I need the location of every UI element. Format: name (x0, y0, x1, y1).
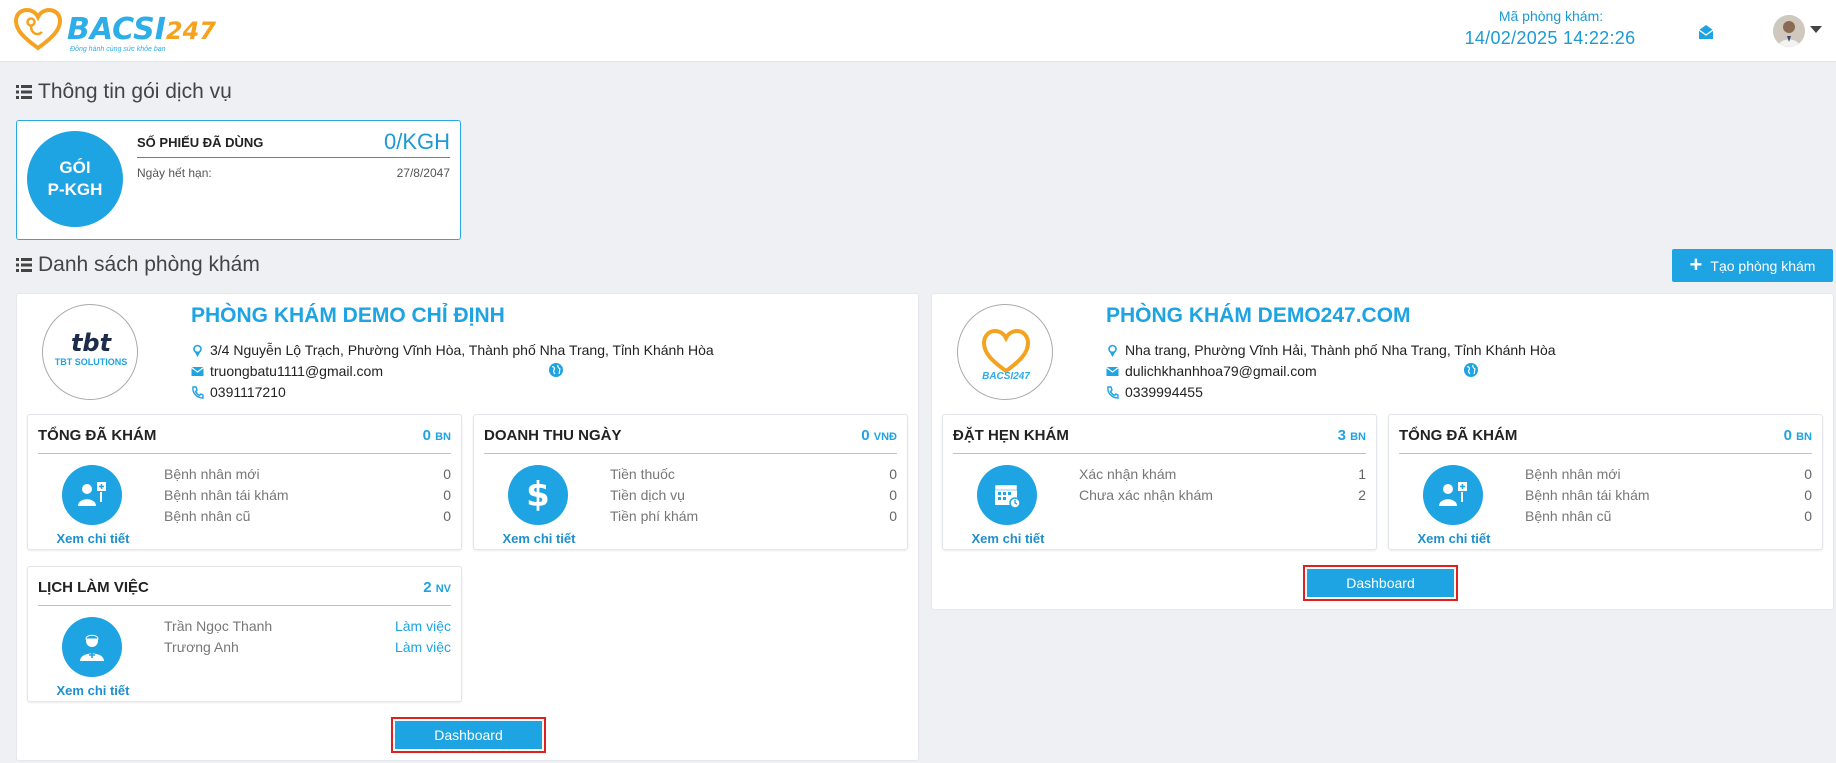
clinic-logo-caption: TBT SOLUTIONS (54, 357, 128, 367)
dashboard-button[interactable]: Dashboard (1303, 565, 1458, 601)
heart-logo-icon (14, 8, 62, 51)
map-pin-icon (1108, 344, 1117, 357)
divider (137, 157, 450, 158)
view-detail-link[interactable]: Xem chi tiết (38, 683, 148, 698)
clinic-email: dulichkhanhhoa79@gmail.com (1106, 363, 1317, 379)
user-avatar[interactable] (1773, 15, 1805, 47)
clinic-name[interactable]: PHÒNG KHÁM DEMO247.COM (1106, 304, 1411, 328)
package-badge: GÓI P-KGH (27, 131, 123, 227)
stat-row: Tiền dịch vụ 0 (610, 487, 897, 503)
logo-wordmark: BACSI247 (67, 12, 216, 47)
doctor-patient-icon[interactable] (62, 465, 122, 525)
map-pin-icon (193, 344, 202, 357)
list-icon (16, 85, 32, 99)
doctor-icon[interactable] (62, 617, 122, 677)
stat-row: Bệnh nhân mới 0 (164, 466, 451, 482)
daily-revenue-card: DOANH THU NGÀY 0 VNĐ $ Xem chi tiết Tiền… (473, 414, 908, 550)
used-tickets-label: SỐ PHIẾU ĐÃ DÙNG (137, 135, 264, 150)
create-clinic-button[interactable]: + Tạo phòng khám (1672, 249, 1833, 282)
dashboard-button[interactable]: Dashboard (391, 717, 546, 753)
stat-row: Bệnh nhân cũ 0 (164, 508, 451, 524)
package-section-title: Thông tin gói dịch vụ (16, 80, 232, 104)
envelope-icon (1106, 366, 1119, 376)
stat-row: Tiền thuốc 0 (610, 466, 897, 482)
current-datetime: 14/02/2025 14:22:26 (1464, 28, 1636, 48)
total-examined-card: TỔNG ĐÃ KHÁM 0 BN Xem chi tiết Bệnh nhân… (27, 414, 462, 550)
service-package-card: GÓI P-KGH SỐ PHIẾU ĐÃ DÙNG 0/KGH Ngày hế… (16, 120, 461, 240)
clinic-name[interactable]: PHÒNG KHÁM DEMO CHỈ ĐỊNH (191, 304, 505, 328)
clinic-phone: 0339994455 (1106, 384, 1203, 400)
stat-row: Trần Ngọc Thanh Làm việc (164, 618, 451, 634)
globe-icon[interactable] (1463, 362, 1479, 378)
tbt-solutions-logo-icon: tbt (71, 329, 113, 357)
stat-row: Trương Anh Làm việc (164, 639, 451, 655)
stat-row: Bệnh nhân cũ 0 (1525, 508, 1812, 524)
clinic-logo: BACSI247 (957, 304, 1053, 400)
envelope-icon (191, 366, 204, 376)
stat-row: Tiền phí khám 0 (610, 508, 897, 524)
top-header: BACSI247 Đồng hành cùng sức khỏe bạn Mã … (0, 0, 1836, 62)
globe-icon[interactable] (548, 362, 564, 378)
svg-text:tbt: tbt (71, 329, 113, 357)
clinic-logo-caption: BACSI247 (982, 371, 1030, 382)
clinic-phone: 0391117210 (191, 384, 286, 400)
bacsi247-logo[interactable]: BACSI247 Đồng hành cùng sức khỏe bạn (14, 8, 219, 56)
clinic-code-label: Mã phòng khám: (1498, 8, 1604, 24)
clinic-section-title: Danh sách phòng khám (16, 253, 260, 277)
phone-icon (1107, 385, 1119, 399)
stat-row: Bệnh nhân tái khám 0 (164, 487, 451, 503)
envelope-icon[interactable] (1698, 24, 1714, 40)
phone-icon (192, 385, 204, 399)
view-detail-link[interactable]: Xem chi tiết (484, 531, 594, 546)
work-schedule-card: LỊCH LÀM VIỆC 2 NV Xem chi tiết Trần Ngọ… (27, 566, 462, 702)
list-icon (16, 258, 32, 272)
chevron-down-icon[interactable] (1810, 26, 1822, 33)
doctor-patient-icon[interactable] (1423, 465, 1483, 525)
user-avatar-icon (1773, 15, 1805, 47)
view-detail-link[interactable]: Xem chi tiết (38, 531, 148, 546)
dollar-icon[interactable]: $ (508, 465, 568, 525)
logo-tagline: Đồng hành cùng sức khỏe bạn (70, 46, 166, 53)
stat-row: Xác nhận khám 1 (1079, 466, 1366, 482)
expiry-label: Ngày hết hạn: (137, 166, 212, 180)
expiry-value: 27/8/2047 (396, 166, 450, 180)
total-examined-card: TỔNG ĐÃ KHÁM 0 BN Xem chi tiết Bệnh nhân… (1388, 414, 1823, 550)
clinic-address: Nha trang, Phường Vĩnh Hải, Thành phố Nh… (1106, 342, 1556, 358)
appointment-card: ĐẶT HẸN KHÁM 3 BN Xem chi tiết Xác nhận … (942, 414, 1377, 550)
heart-logo-icon (981, 328, 1031, 374)
clinic-logo: tbt TBT SOLUTIONS (42, 304, 138, 400)
stat-row: Bệnh nhân tái khám 0 (1525, 487, 1812, 503)
view-detail-link[interactable]: Xem chi tiết (953, 531, 1063, 546)
clinic-card: BACSI247 PHÒNG KHÁM DEMO247.COM Nha tran… (931, 293, 1834, 610)
plus-icon: + (1689, 251, 1703, 277)
stat-row: Chưa xác nhận khám 2 (1079, 487, 1366, 503)
calendar-icon[interactable] (977, 465, 1037, 525)
view-detail-link[interactable]: Xem chi tiết (1399, 531, 1509, 546)
clinic-address: 3/4 Nguyễn Lộ Trạch, Phường Vĩnh Hòa, Th… (191, 342, 714, 358)
clinic-email: truongbatu1111@gmail.com (191, 363, 383, 379)
clinic-card: tbt TBT SOLUTIONS PHÒNG KHÁM DEMO CHỈ ĐỊ… (16, 293, 919, 761)
stat-row: Bệnh nhân mới 0 (1525, 466, 1812, 482)
used-tickets-value: 0/KGH (383, 129, 450, 154)
